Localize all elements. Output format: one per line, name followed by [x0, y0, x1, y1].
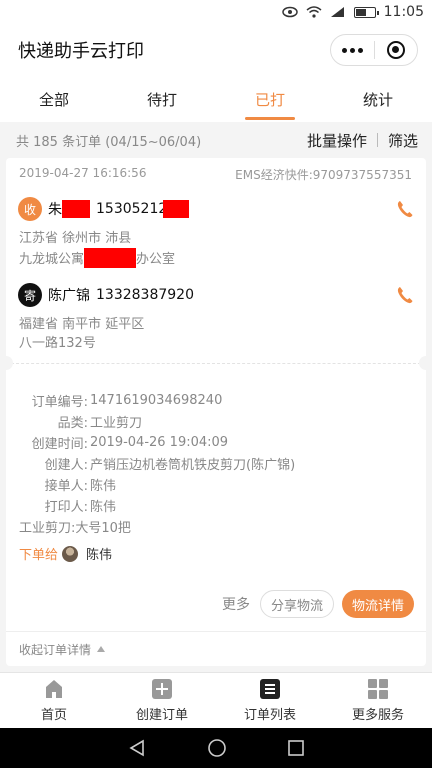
order-created-time: 2019-04-26 19:04:09 — [90, 435, 229, 450]
sender-row: 寄 陈广锦 13328387920 — [6, 283, 426, 307]
share-logistics-button[interactable]: 分享物流 — [259, 590, 334, 618]
order-acceptor: 陈伟 — [90, 479, 117, 494]
receiver-address: 九龙城公寓 办公室 — [6, 248, 426, 269]
assign-label: 下单给 — [19, 548, 59, 563]
order-timestamp: 2019-04-27 16:16:56 — [19, 166, 147, 180]
more-button[interactable]: 更多 — [222, 594, 250, 614]
tab-more-services[interactable]: 更多服务 — [324, 673, 432, 728]
order-status-tabs: 全部 待打 已打 统计 — [0, 76, 432, 122]
order-count-text: 共 185 条订单 (04/15~06/04) — [16, 134, 202, 150]
dashed-divider — [6, 363, 426, 364]
assignee-name: 陈伟 — [86, 548, 113, 563]
redaction-block — [163, 200, 190, 218]
detail-row: 创建时间: 2019-04-26 19:04:09 — [31, 435, 229, 452]
wifi-icon — [306, 6, 322, 18]
system-navigation-bar — [0, 728, 432, 768]
status-bar: 11:05 — [0, 0, 432, 24]
more-dots-icon — [341, 47, 363, 53]
logistics-detail-button[interactable]: 物流详情 — [341, 590, 414, 618]
more-menu-button[interactable] — [331, 35, 374, 65]
tab-all[interactable]: 全部 — [0, 76, 108, 122]
receiver-row: 收 朱 15305212 — [6, 197, 426, 221]
tab-home[interactable]: 首页 — [0, 673, 108, 728]
tab-more-services-label: 更多服务 — [351, 708, 404, 723]
order-card[interactable]: 2019-04-27 16:16:56 EMS经济快件:970973755735… — [6, 158, 426, 666]
avatar — [62, 545, 79, 562]
tab-printed[interactable]: 已打 — [216, 76, 324, 122]
receiver-address-suffix: 办公室 — [136, 252, 176, 267]
phone-icon[interactable] — [396, 199, 414, 219]
sender-address: 八一路132号 — [19, 336, 96, 351]
order-actions: 更多 分享物流 物流详情 — [222, 590, 414, 618]
redaction-block — [62, 200, 90, 218]
receiver-badge: 收 — [18, 197, 42, 221]
courier-tracking: EMS经济快件:9709737557351 — [235, 168, 412, 182]
order-summary: 共 185 条订单 (04/15~06/04) 批量操作 筛选 — [0, 122, 432, 158]
tab-pending[interactable]: 待打 — [108, 76, 216, 122]
detail-row: 打印人: 陈伟 — [6, 495, 426, 516]
sender-name: 陈广锦 — [48, 288, 90, 304]
tab-stats[interactable]: 统计 — [324, 76, 432, 122]
caret-up-icon — [97, 646, 106, 652]
detail-row: 创建人: 产销压边机卷筒机铁皮剪刀(陈广锦) — [6, 453, 426, 474]
close-mini-program-button[interactable] — [375, 35, 418, 65]
order-category: 工业剪刀 — [90, 416, 143, 431]
tab-create-order-label: 创建订单 — [135, 708, 188, 723]
order-number: 1471619034698240 — [90, 393, 223, 408]
detail-row: 接单人: 陈伟 — [6, 474, 426, 495]
order-details: 订单编号: 1471619034698240 品类: 工业剪刀 创建时间: 2019-… — [6, 390, 426, 537]
grid-icon — [368, 679, 388, 699]
order-goods: 工业剪刀:大号10把 — [19, 521, 131, 536]
assignee-row: 下单给 陈伟 — [6, 544, 112, 563]
sender-region: 福建省 南平市 延平区 — [19, 317, 145, 332]
add-order-icon — [152, 679, 172, 699]
receiver-region: 江苏省 徐州市 沛县 — [19, 231, 132, 246]
signal-icon — [330, 7, 344, 17]
receiver-address-prefix: 九龙城公寓 — [19, 252, 85, 267]
mini-program-capsule — [330, 34, 418, 66]
receiver-name: 朱 — [48, 202, 62, 218]
back-icon[interactable] — [128, 739, 146, 757]
tab-order-list[interactable]: 订单列表 — [216, 673, 324, 728]
tab-order-list-label: 订单列表 — [243, 708, 296, 723]
battery-icon — [353, 6, 379, 18]
status-time: 11:05 — [383, 4, 424, 20]
home-circle-icon[interactable] — [208, 739, 226, 757]
bottom-tab-bar: 首页 创建订单 订单列表 更多服务 — [0, 672, 432, 728]
detail-row: 订单编号: 1471619034698240 — [31, 393, 223, 410]
home-icon — [46, 680, 62, 698]
tab-create-order[interactable]: 创建订单 — [108, 673, 216, 728]
receiver-phone: 15305212 — [96, 201, 168, 217]
target-icon — [386, 41, 405, 59]
recents-icon[interactable] — [288, 740, 304, 756]
phone-icon[interactable] — [396, 285, 414, 305]
page-title: 快递助手云打印 — [18, 41, 144, 62]
title-bar: 快递助手云打印 — [0, 24, 432, 76]
redaction-block — [84, 248, 137, 268]
detail-row: 品类: 工业剪刀 — [6, 411, 426, 432]
order-list-icon — [260, 679, 280, 699]
batch-operation-button[interactable]: 批量操作 — [307, 130, 367, 151]
sender-badge: 寄 — [18, 283, 42, 307]
tab-home-label: 首页 — [40, 708, 67, 723]
sender-phone: 13328387920 — [96, 287, 194, 303]
filter-button[interactable]: 筛选 — [388, 130, 418, 151]
eye-icon — [281, 6, 298, 18]
collapse-details-button[interactable]: 收起订单详情 — [6, 631, 426, 666]
goods-row: 工业剪刀:大号10把 — [6, 516, 426, 537]
order-printer: 陈伟 — [90, 500, 117, 515]
collapse-label: 收起订单详情 — [19, 642, 92, 657]
order-creator: 产销压边机卷筒机铁皮剪刀(陈广锦) — [90, 458, 296, 473]
